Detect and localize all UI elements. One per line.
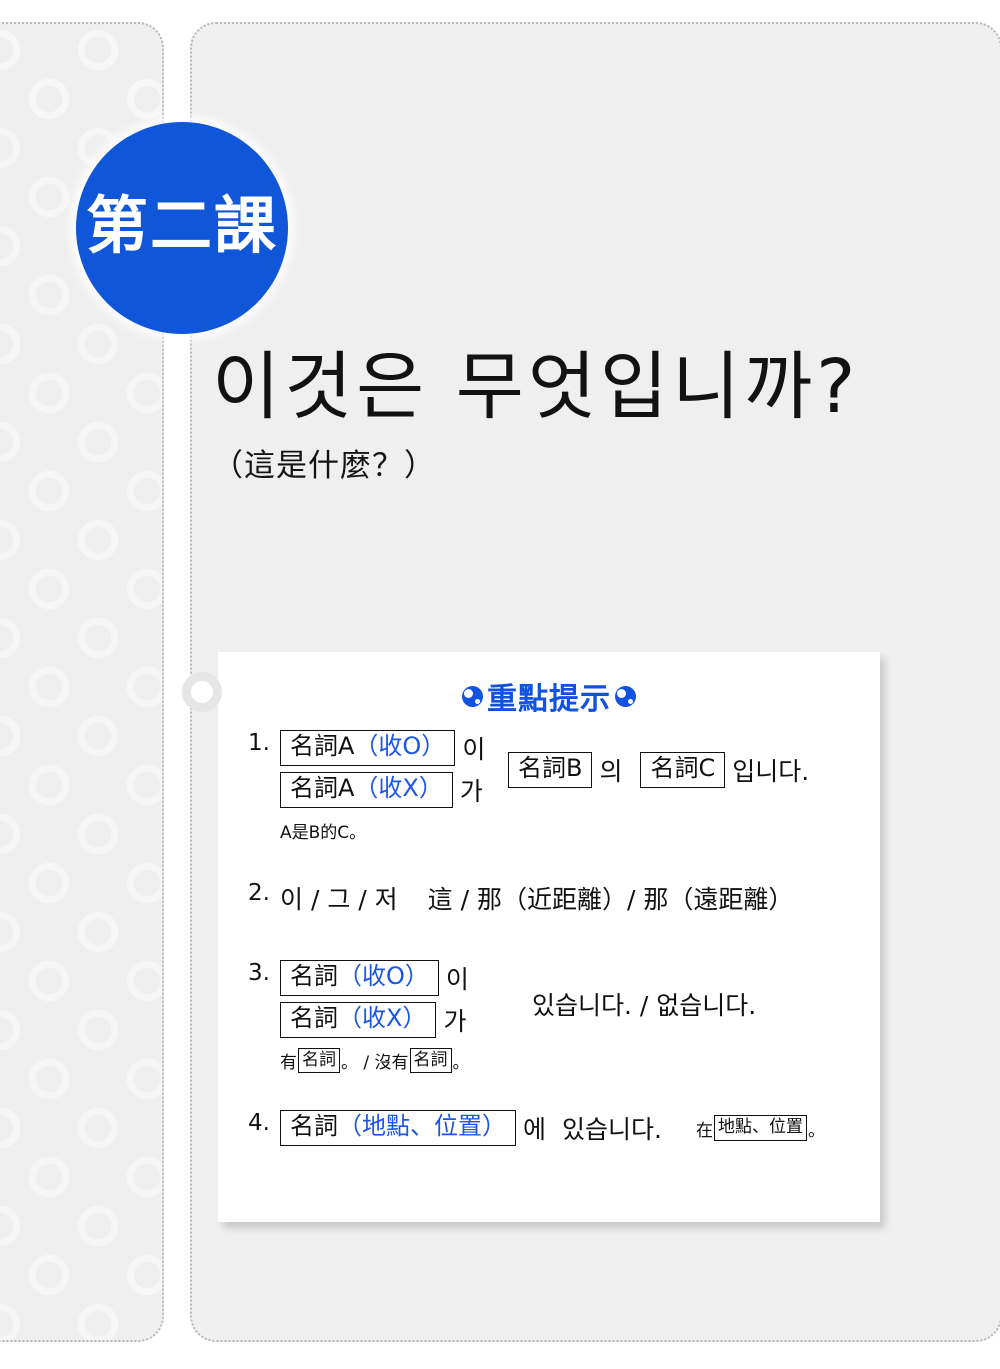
rule-3-note: 有 名詞 。 / 沒有 名詞 。 <box>280 1048 880 1074</box>
rule-1-box-top-suffix: （收O） <box>354 732 446 761</box>
rule-2-number: 2. <box>248 880 270 906</box>
rule-3-box-top-prefix: 名詞 <box>290 962 338 991</box>
rule-4-note-b: 。 <box>807 1120 825 1141</box>
rule-3-number: 3. <box>248 960 270 986</box>
rule-3-note-a: 有 <box>280 1053 297 1074</box>
key-points-heading: 重點提示 <box>218 652 880 718</box>
rule-1-particle-top: 이 <box>462 735 486 764</box>
rule-2-korean: 이 / 그 / 저 <box>280 885 398 914</box>
rule-1-box-bottom-prefix: 名詞A <box>290 774 355 803</box>
rule-3-particle-top: 이 <box>445 965 469 994</box>
key-points-heading-label: 重點提示 <box>487 682 611 717</box>
lesson-number-badge: 第二課 <box>76 122 288 334</box>
rule-3-particle-bottom: 가 <box>443 1007 467 1036</box>
rule-4-body: 名詞（地點、位置） 에 있습니다. 在 地點、位置 。 <box>280 1110 880 1146</box>
yin-yang-icon-right <box>615 685 636 707</box>
rule-item-1: 1. 名詞A（收O） 이 名詞A（收X） 가 A是B的C。 名詞B 의 名詞C … <box>218 730 880 843</box>
rule-1-particle-bottom: 가 <box>459 777 483 806</box>
rule-item-3: 3. 名詞（收O） 이 名詞（收X） 가 有 名詞 。 / 沒有 名詞 。 있습… <box>218 960 880 1074</box>
rule-4-box-prefix: 名詞 <box>290 1112 338 1141</box>
rule-3-box-bottom-suffix: （收X） <box>338 1004 427 1033</box>
key-points-card: 重點提示 1. 名詞A（收O） 이 名詞A（收X） 가 A是B的C。 名詞B 의 <box>218 652 880 1222</box>
rule-3-note-c: 。 <box>452 1053 470 1074</box>
rule-1-number: 1. <box>248 730 270 756</box>
rule-4-note-a: 在 <box>695 1120 713 1141</box>
page-title-block: 이것은 무엇입니까? （這是什麼？） <box>212 348 912 485</box>
page-root: 第二課 이것은 무엇입니까? （這是什麼？） 重點提示 1. 名詞A（收O） 이… <box>0 0 1000 1369</box>
rule-4-note: 在 地點、位置 。 <box>695 1115 825 1141</box>
rule-1-right-segment: 名詞B 의 名詞C 입니다. <box>508 752 809 788</box>
rule-1-body: 名詞A（收O） 이 名詞A（收X） 가 A是B的C。 名詞B 의 名詞C 입니다… <box>280 730 880 843</box>
rule-4-box-suffix: （地點、位置） <box>338 1112 506 1141</box>
rule-item-2: 2. 이 / 그 / 저 這 / 那（近距離）/ 那（遠距離） <box>218 880 880 916</box>
rule-3-box-top-suffix: （收O） <box>338 962 429 991</box>
rule-4-number: 4. <box>248 1110 270 1136</box>
rule-4-tail: 있습니다. <box>562 1115 662 1144</box>
rule-1-note: A是B的C。 <box>280 823 367 843</box>
lesson-badge-label: 第二課 <box>85 189 278 262</box>
rule-3-box-bottom: 名詞（收X） <box>280 1002 437 1038</box>
rule-2-body: 이 / 그 / 저 這 / 那（近距離）/ 那（遠距離） <box>280 880 880 916</box>
rule-1-tail: 입니다. <box>732 757 810 786</box>
rule-4-row: 名詞（地點、位置） 에 있습니다. 在 地點、位置 。 <box>280 1110 880 1146</box>
rule-1-particle-of: 의 <box>599 757 623 786</box>
rule-3-right-segment: 있습니다. / 없습니다. <box>532 986 756 1022</box>
rule-4-box: 名詞（地點、位置） <box>280 1110 516 1146</box>
rule-1-box-top: 名詞A（收O） <box>280 730 456 766</box>
rule-3-box-bottom-prefix: 名詞 <box>290 1004 338 1033</box>
rule-1-box-bottom: 名詞A（收X） <box>280 772 453 808</box>
ring-bullet-decoration <box>182 672 222 712</box>
rule-1-box-top-prefix: 名詞A <box>290 732 355 761</box>
rule-1-box-c: 名詞C <box>640 752 726 788</box>
page-title-korean: 이것은 무엇입니까? <box>212 344 860 430</box>
rule-3-note-box-b: 名詞 <box>409 1048 452 1074</box>
rule-4-note-box: 地點、位置 <box>713 1115 807 1141</box>
rule-4-particle: 에 <box>523 1115 547 1144</box>
rule-1-box-b: 名詞B <box>508 752 593 788</box>
rule-3-body: 名詞（收O） 이 名詞（收X） 가 有 名詞 。 / 沒有 名詞 。 있습니다.… <box>280 960 880 1074</box>
page-title-chinese: （這是什麼？） <box>212 448 436 485</box>
rule-3-note-b: 。 / 沒有 <box>341 1053 409 1074</box>
rule-1-box-bottom-suffix: （收X） <box>354 774 443 803</box>
rule-2-row: 이 / 그 / 저 這 / 那（近距離）/ 那（遠距離） <box>280 880 880 916</box>
rule-3-note-box-a: 名詞 <box>298 1048 340 1074</box>
rule-3-tail: 있습니다. / 없습니다. <box>532 991 757 1020</box>
yin-yang-icon-left <box>462 685 483 707</box>
rule-3-box-top: 名詞（收O） <box>280 960 439 996</box>
rule-item-4: 4. 名詞（地點、位置） 에 있습니다. 在 地點、位置 。 <box>218 1110 880 1146</box>
rule-2-chinese: 這 / 那（近距離）/ 那（遠距離） <box>427 885 794 914</box>
